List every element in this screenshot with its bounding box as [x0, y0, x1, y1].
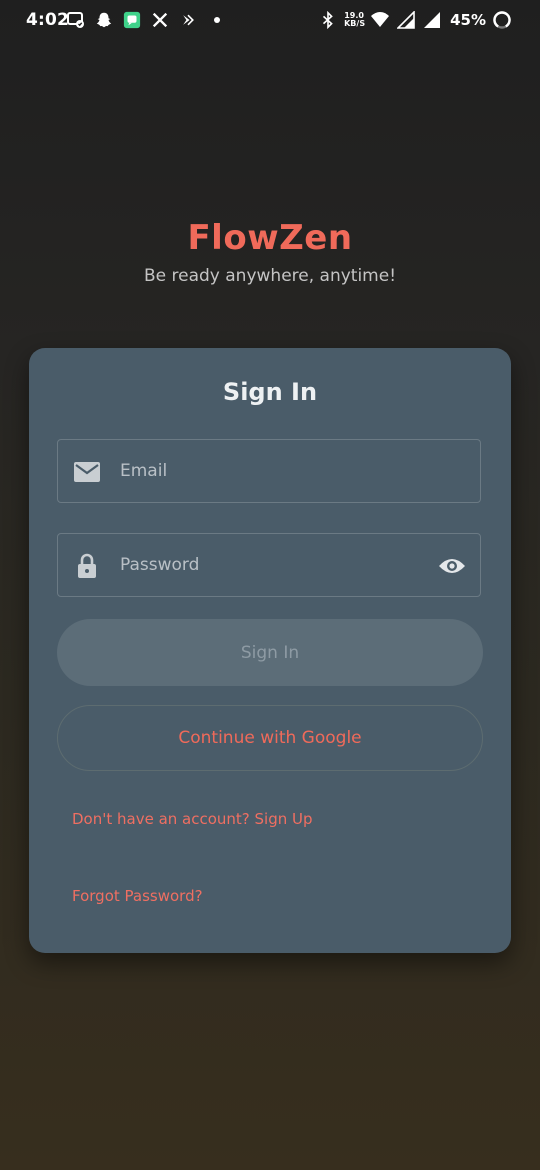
signup-link[interactable]: Don't have an account? Sign Up: [72, 810, 313, 828]
tagline: Be ready anywhere, anytime!: [143, 266, 397, 286]
snapchat-icon: [94, 10, 114, 30]
forgot-password-link[interactable]: Forgot Password?: [72, 887, 203, 905]
chat-bubble-icon: [66, 10, 86, 30]
status-bar: 4:02 19.0 KB/S 45%: [0, 0, 540, 40]
signal-icon: [396, 10, 416, 30]
mail-icon: [74, 460, 100, 484]
bluetooth-icon: [318, 10, 338, 30]
password-field[interactable]: [57, 533, 481, 597]
email-field[interactable]: [57, 439, 481, 503]
battery-percent: 45%: [450, 11, 486, 29]
signal-icon: [422, 10, 442, 30]
arrow-app-icon: [178, 10, 198, 30]
app-name: FlowZen: [187, 218, 353, 258]
x-app-icon: [150, 10, 170, 30]
signin-title: Sign In: [222, 378, 318, 406]
notification-icons: [66, 9, 220, 31]
lock-icon: [74, 553, 100, 578]
network-speed: 19.0 KB/S: [344, 12, 366, 28]
signin-button[interactable]: Sign In: [57, 619, 483, 686]
signin-card: Sign In Sign In Continue w: [29, 348, 511, 953]
system-icons: 19.0 KB/S 45%: [318, 9, 512, 31]
continue-with-google-button[interactable]: Continue with Google: [57, 705, 483, 771]
battery-ring-icon: [492, 10, 512, 30]
password-input[interactable]: [120, 534, 420, 596]
status-time: 4:02: [26, 10, 70, 30]
notification-dot-icon: [214, 17, 220, 23]
email-input[interactable]: [120, 440, 420, 502]
network-speed-unit: KB/S: [344, 19, 366, 28]
wifi-icon: [370, 10, 390, 30]
messages-app-icon: [122, 10, 142, 30]
show-password-eye-icon[interactable]: [438, 553, 466, 579]
